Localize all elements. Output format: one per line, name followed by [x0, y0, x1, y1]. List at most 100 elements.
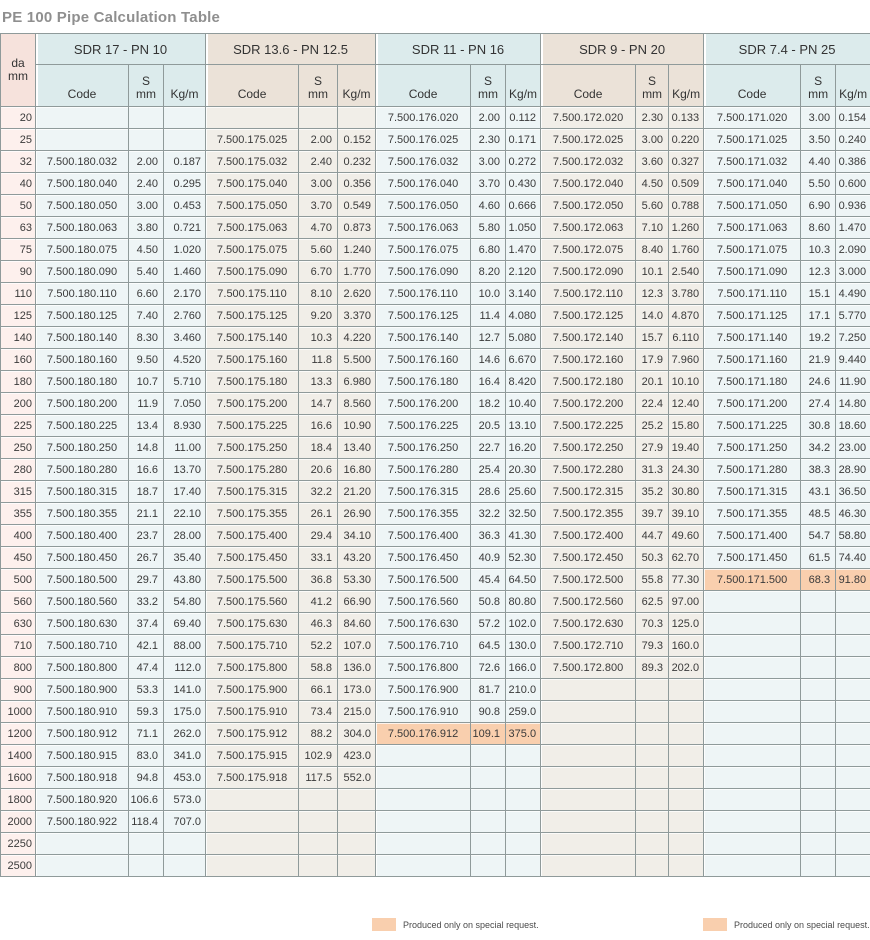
kg-m-cell: 10.90	[338, 415, 376, 437]
table-row: 1257.500.180.1257.402.7607.500.175.1259.…	[1, 305, 870, 327]
s-mm-cell	[801, 833, 836, 855]
da-cell: 20	[1, 107, 36, 129]
s-mm-cell	[129, 107, 164, 129]
s-mm-cell: 83.0	[129, 745, 164, 767]
kg-m-cell: 341.0	[164, 745, 206, 767]
highlight-swatch	[703, 918, 727, 931]
s-mm-cell: 32.2	[471, 503, 506, 525]
code-cell	[541, 745, 636, 767]
kg-m-cell	[836, 657, 870, 679]
code-cell: 7.500.175.315	[206, 481, 299, 503]
table-row: 9007.500.180.90053.3141.07.500.175.90066…	[1, 679, 870, 701]
code-cell: 7.500.176.280	[376, 459, 471, 481]
kg-m-cell: 5.500	[338, 349, 376, 371]
code-cell	[206, 855, 299, 877]
code-cell: 7.500.171.500	[704, 569, 801, 591]
kg-m-cell: 0.721	[164, 217, 206, 239]
kg-m-cell	[338, 833, 376, 855]
table-row: 207.500.176.0202.000.1127.500.172.0202.3…	[1, 107, 870, 129]
code-cell: 7.500.176.125	[376, 305, 471, 327]
code-cell: 7.500.172.450	[541, 547, 636, 569]
code-cell: 7.500.176.250	[376, 437, 471, 459]
kg-m-cell: 3.140	[506, 283, 541, 305]
code-cell: 7.500.172.050	[541, 195, 636, 217]
s-mm-cell	[471, 833, 506, 855]
table-row: 8007.500.180.80047.4112.07.500.175.80058…	[1, 657, 870, 679]
kg-m-cell: 19.40	[669, 437, 704, 459]
s-mm-cell: 16.4	[471, 371, 506, 393]
code-cell	[704, 635, 801, 657]
code-cell: 7.500.176.315	[376, 481, 471, 503]
da-cell: 500	[1, 569, 36, 591]
code-cell: 7.500.175.090	[206, 261, 299, 283]
code-cell	[376, 855, 471, 877]
kg-m-cell	[338, 107, 376, 129]
code-cell: 7.500.175.125	[206, 305, 299, 327]
code-cell	[541, 811, 636, 833]
kg-m-cell: 1.770	[338, 261, 376, 283]
code-cell: 7.500.175.110	[206, 283, 299, 305]
kg-m-cell: 210.0	[506, 679, 541, 701]
s-mm-cell: 27.4	[801, 393, 836, 415]
da-cell: 560	[1, 591, 36, 613]
da-cell: 63	[1, 217, 36, 239]
table-row: 3157.500.180.31518.717.407.500.175.31532…	[1, 481, 870, 503]
code-cell: 7.500.176.075	[376, 239, 471, 261]
kg-m-cell	[836, 855, 870, 877]
code-cell	[704, 811, 801, 833]
s-mm-cell: 94.8	[129, 767, 164, 789]
s-mm-cell: 12.3	[636, 283, 669, 305]
kg-m-cell: 2.620	[338, 283, 376, 305]
s-mm-cell: 50.8	[471, 591, 506, 613]
s-mm-cell: 20.6	[299, 459, 338, 481]
code-cell: 7.500.172.180	[541, 371, 636, 393]
kg-m-cell: 2.170	[164, 283, 206, 305]
kg-m-cell	[669, 723, 704, 745]
code-cell: 7.500.171.032	[704, 151, 801, 173]
s-mm-cell	[801, 701, 836, 723]
code-cell: 7.500.176.020	[376, 107, 471, 129]
s-mm-cell: 2.40	[299, 151, 338, 173]
kg-m-cell: 8.420	[506, 371, 541, 393]
s-mm-cell	[801, 745, 836, 767]
code-cell: 7.500.176.200	[376, 393, 471, 415]
code-cell	[36, 833, 129, 855]
group-header-sdr9: SDR 9 - PN 20	[541, 34, 704, 65]
kg-m-cell: 552.0	[338, 767, 376, 789]
kg-m-cell	[836, 591, 870, 613]
code-cell: 7.500.180.910	[36, 701, 129, 723]
kg-m-cell: 259.0	[506, 701, 541, 723]
code-cell: 7.500.176.160	[376, 349, 471, 371]
da-cell: 2250	[1, 833, 36, 855]
s-mm-cell: 2.30	[636, 107, 669, 129]
s-mm-cell: 14.7	[299, 393, 338, 415]
kg-m-cell: 125.0	[669, 613, 704, 635]
kg-m-cell: 141.0	[164, 679, 206, 701]
kg-m-cell: 1.460	[164, 261, 206, 283]
code-cell: 7.500.172.125	[541, 305, 636, 327]
code-cell	[206, 811, 299, 833]
s-mm-cell: 2.00	[299, 129, 338, 151]
s-mm-cell	[299, 833, 338, 855]
code-cell	[206, 107, 299, 129]
s-mm-cell	[299, 789, 338, 811]
code-cell: 7.500.175.280	[206, 459, 299, 481]
kg-m-cell: 4.490	[836, 283, 870, 305]
s-mm-cell: 39.7	[636, 503, 669, 525]
code-cell: 7.500.176.110	[376, 283, 471, 305]
s-mm-cell: 29.4	[299, 525, 338, 547]
kg-m-cell: 91.80	[836, 569, 870, 591]
kg-m-cell: 13.10	[506, 415, 541, 437]
code-cell: 7.500.176.180	[376, 371, 471, 393]
kg-m-cell: 77.30	[669, 569, 704, 591]
table-row: 2500	[1, 855, 870, 877]
code-cell: 7.500.172.400	[541, 525, 636, 547]
s-mm-cell: 106.6	[129, 789, 164, 811]
kg-m-cell: 1.260	[669, 217, 704, 239]
s-mm-cell: 31.3	[636, 459, 669, 481]
kg-m-cell: 8.560	[338, 393, 376, 415]
da-cell: 160	[1, 349, 36, 371]
s-mm-cell	[636, 723, 669, 745]
code-cell	[36, 129, 129, 151]
kg-m-cell: 0.295	[164, 173, 206, 195]
